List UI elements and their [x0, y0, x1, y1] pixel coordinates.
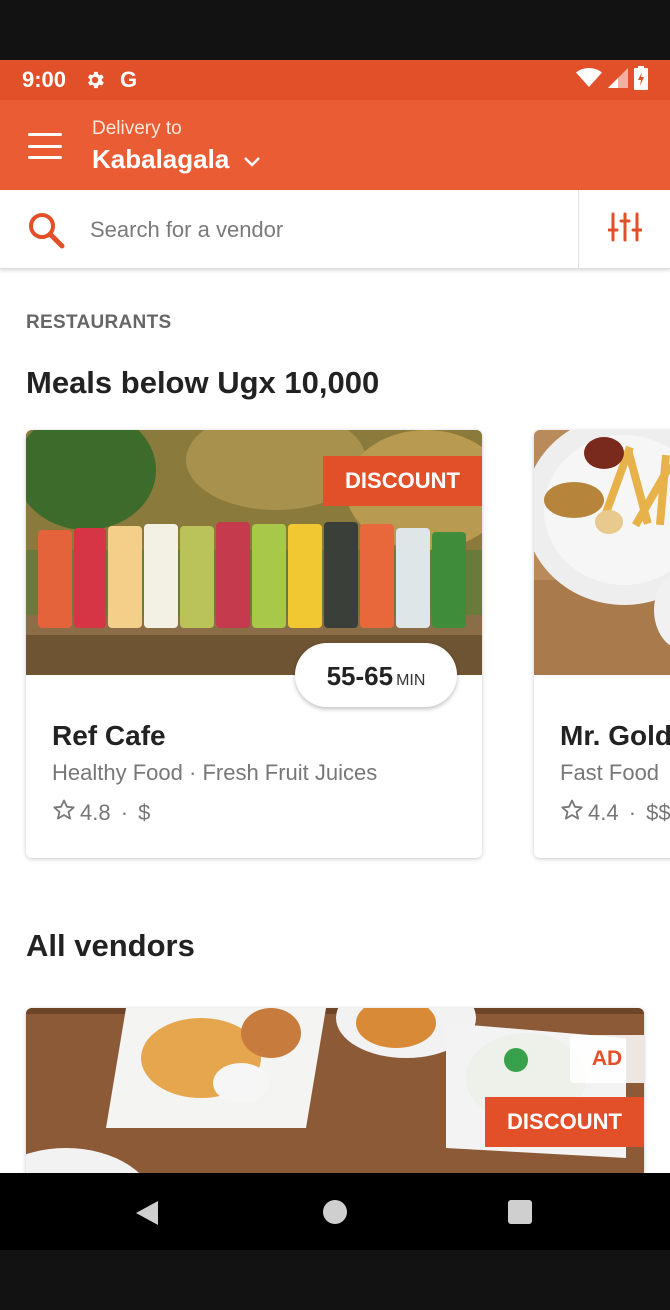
restaurant-tag: Fresh Fruit Juices — [202, 760, 378, 785]
star-icon — [560, 798, 584, 828]
back-icon[interactable] — [134, 1199, 160, 1232]
delivery-time: 55-65 — [326, 661, 394, 691]
restaurant-rating: 4.4 · $$ — [560, 798, 670, 828]
menu-icon[interactable] — [22, 128, 68, 164]
filter-icon — [607, 212, 642, 247]
delivery-time-unit: MIN — [396, 672, 426, 689]
price-level: $ — [138, 800, 151, 825]
top-bezel — [0, 0, 670, 60]
restaurant-card[interactable]: Mr. Gold Fast Food 4.4 · $$ — [534, 430, 670, 858]
rating-separator: · — [622, 800, 643, 825]
wifi-icon — [576, 67, 602, 93]
restaurant-image — [534, 430, 670, 675]
price-level: $$ — [646, 800, 670, 825]
discount-badge: DISCOUNT — [485, 1097, 644, 1147]
delivery-label: Delivery to — [92, 118, 182, 139]
rating-separator: · — [114, 800, 135, 825]
restaurant-rating: 4.8 · $ — [52, 798, 150, 828]
delivery-time-pill: 55-65 MIN — [295, 643, 457, 707]
chevron-down-icon — [243, 144, 261, 175]
recents-icon[interactable] — [508, 1200, 532, 1224]
location-selector[interactable]: Kabalagala — [92, 144, 261, 175]
app-header: Delivery to Kabalagala — [0, 100, 670, 190]
section-label: RESTAURANTS — [26, 312, 172, 333]
settings-icon — [84, 69, 106, 91]
rating-value: 4.8 — [80, 800, 111, 825]
restaurant-card[interactable]: DISCOUNT 55-65 MIN Ref Cafe Healthy Food… — [26, 430, 482, 858]
restaurant-name: Ref Cafe — [52, 720, 166, 751]
google-icon: G — [120, 67, 138, 92]
app-screen: 9:00 G Delivery to Kabalagala Search for… — [0, 60, 670, 1250]
star-icon — [52, 798, 76, 828]
section-title: Meals below Ugx 10,000 — [26, 365, 380, 400]
search-icon — [26, 210, 66, 255]
battery-icon — [634, 65, 648, 95]
vendors-title: All vendors — [26, 928, 195, 963]
restaurant-name: Mr. Gold — [560, 720, 670, 751]
home-icon[interactable] — [323, 1200, 347, 1224]
signal-icon — [608, 67, 628, 93]
discount-badge: DISCOUNT — [323, 456, 482, 506]
restaurant-tag: Healthy Food — [52, 760, 183, 785]
rating-value: 4.4 — [588, 800, 619, 825]
restaurant-tags: Healthy Food · Fresh Fruit Juices — [52, 760, 377, 786]
status-right-icons — [576, 65, 648, 95]
filter-button[interactable] — [578, 190, 670, 269]
bottom-bezel — [0, 1250, 670, 1310]
system-nav-bar — [0, 1173, 670, 1250]
location-name: Kabalagala — [92, 144, 230, 174]
tag-separator: · — [188, 760, 203, 785]
ad-badge: AD — [570, 1035, 644, 1083]
status-time: 9:00 — [22, 67, 67, 92]
search-bar — [0, 190, 670, 269]
restaurant-tags: Fast Food — [560, 760, 659, 786]
search-input[interactable] — [90, 210, 560, 250]
restaurant-tag: Fast Food — [560, 760, 660, 785]
status-bar: 9:00 G — [0, 60, 670, 100]
